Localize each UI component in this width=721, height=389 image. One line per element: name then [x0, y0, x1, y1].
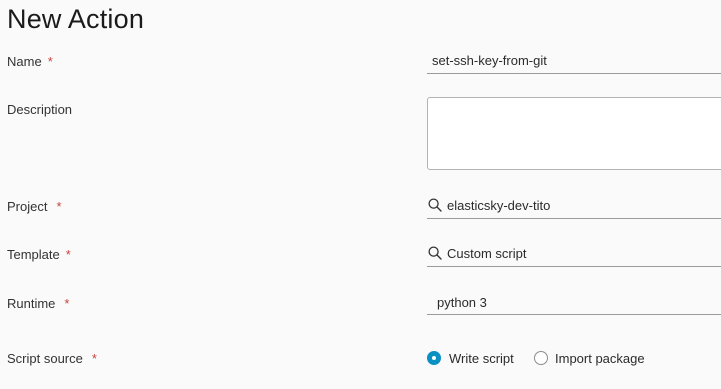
script-source-label-text: Script source — [7, 351, 83, 366]
runtime-select[interactable]: python 3 — [427, 287, 721, 315]
description-textarea[interactable] — [427, 97, 721, 170]
template-search-value: Custom script — [447, 246, 527, 261]
runtime-label: Runtime * — [7, 296, 69, 312]
name-input[interactable]: set-ssh-key-from-git — [427, 46, 721, 74]
required-marker: * — [47, 54, 53, 69]
search-icon — [428, 198, 442, 212]
description-label: Description — [7, 102, 72, 118]
project-label: Project * — [7, 199, 62, 215]
required-marker: * — [64, 296, 70, 311]
template-label: Template * — [7, 247, 71, 263]
import-package-radio[interactable] — [534, 351, 548, 365]
name-label: Name * — [7, 54, 53, 70]
required-marker: * — [56, 199, 62, 214]
template-search-input[interactable]: Custom script — [427, 239, 721, 267]
name-input-value: set-ssh-key-from-git — [432, 53, 547, 68]
runtime-label-text: Runtime — [7, 296, 56, 311]
template-label-text: Template — [7, 247, 60, 262]
search-icon — [428, 246, 442, 260]
import-package-radio-label[interactable]: Import package — [555, 351, 645, 367]
name-label-text: Name — [7, 54, 42, 69]
project-search-value: elasticsky-dev-tito — [447, 198, 551, 213]
required-marker: * — [91, 351, 97, 366]
page-title: New Action — [7, 4, 145, 34]
project-label-text: Project — [7, 199, 48, 214]
new-action-form-page: New Action Name * set-ssh-key-from-git De… — [0, 0, 721, 389]
project-search-input[interactable]: elasticsky-dev-tito — [427, 191, 721, 219]
script-source-label: Script source * — [7, 351, 97, 367]
description-label-text: Description — [7, 102, 73, 117]
runtime-select-value: python 3 — [437, 295, 487, 310]
write-script-radio-label[interactable]: Write script — [449, 351, 514, 367]
write-script-radio[interactable] — [427, 351, 441, 365]
required-marker: * — [65, 247, 71, 262]
